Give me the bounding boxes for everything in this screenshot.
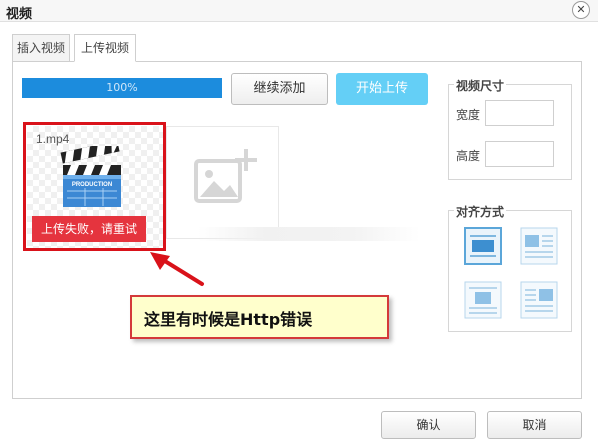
clapboard-text: PRODUCTION bbox=[72, 182, 112, 188]
left-align-icon[interactable] bbox=[520, 227, 558, 265]
add-image-icon bbox=[194, 149, 257, 203]
dialog-title: 视频 bbox=[6, 7, 33, 22]
height-label: 高度 bbox=[456, 149, 481, 163]
upload-progress-bar: 100% bbox=[22, 78, 222, 98]
placeholder-shadow bbox=[198, 227, 420, 241]
upload-progress-text: 100% bbox=[106, 81, 138, 94]
video-size-legend: 视频尺寸 bbox=[454, 77, 507, 94]
dialog-titlebar: 视频 ✕ bbox=[0, 0, 598, 22]
annotation-callout: 这里有时候是Http错误 bbox=[130, 295, 389, 339]
annotation-text: 这里有时候是Http错误 bbox=[144, 310, 313, 329]
upload-failed-status[interactable]: 上传失败，请重试 bbox=[32, 216, 146, 242]
uploaded-file-item[interactable]: 1.mp4 PRODUCTION 上传失败，请重试 bbox=[27, 126, 163, 248]
width-label: 宽度 bbox=[456, 108, 481, 122]
start-upload-button[interactable]: 开始上传 bbox=[336, 73, 428, 105]
tab-upload-video[interactable]: 上传视频 bbox=[74, 34, 136, 62]
video-clapboard-icon: PRODUCTION bbox=[60, 146, 121, 207]
alignment-legend: 对齐方式 bbox=[454, 203, 507, 220]
add-image-placeholder[interactable] bbox=[166, 126, 279, 239]
cancel-button[interactable]: 取消 bbox=[487, 411, 582, 439]
file-name: 1.mp4 bbox=[36, 132, 70, 146]
close-icon[interactable]: ✕ bbox=[572, 1, 590, 19]
annotation-arrow-icon bbox=[150, 252, 204, 286]
none-align-icon[interactable] bbox=[464, 227, 502, 265]
height-input[interactable] bbox=[485, 141, 554, 167]
continue-add-button[interactable]: 继续添加 bbox=[231, 73, 328, 105]
width-input[interactable] bbox=[485, 100, 554, 126]
right-align-icon[interactable] bbox=[520, 281, 558, 319]
confirm-button[interactable]: 确认 bbox=[381, 411, 476, 439]
tab-insert-video[interactable]: 插入视频 bbox=[12, 34, 70, 62]
center-align-icon[interactable] bbox=[464, 281, 502, 319]
